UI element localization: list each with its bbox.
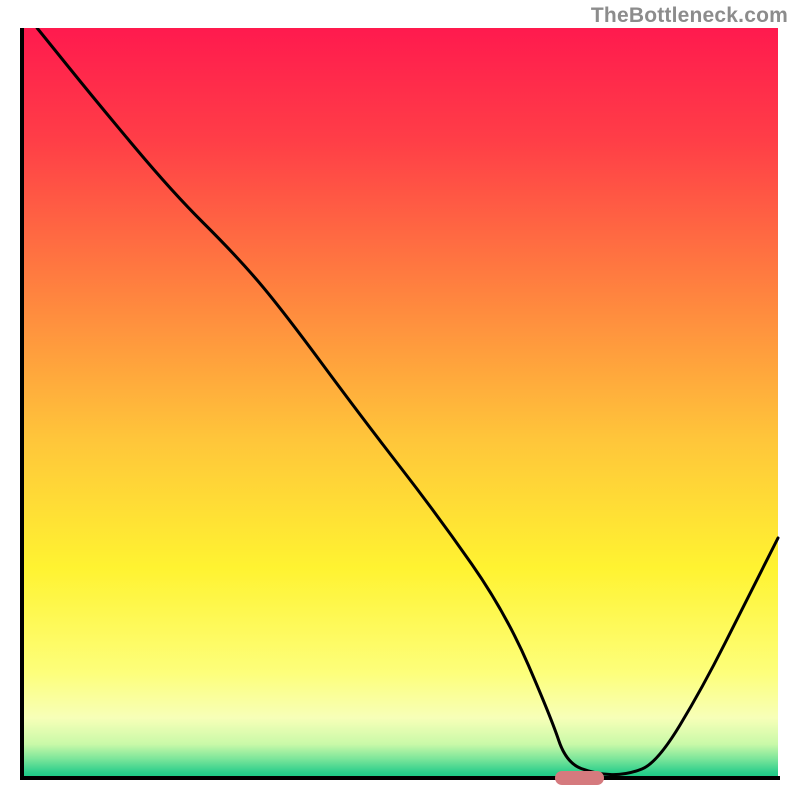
- bottleneck-chart: [20, 28, 780, 780]
- gradient-background: [22, 28, 778, 778]
- watermark-text: TheBottleneck.com: [591, 4, 788, 28]
- chart-svg: [20, 28, 780, 780]
- chart-container: TheBottleneck.com: [0, 0, 800, 800]
- optimal-marker: [555, 771, 604, 785]
